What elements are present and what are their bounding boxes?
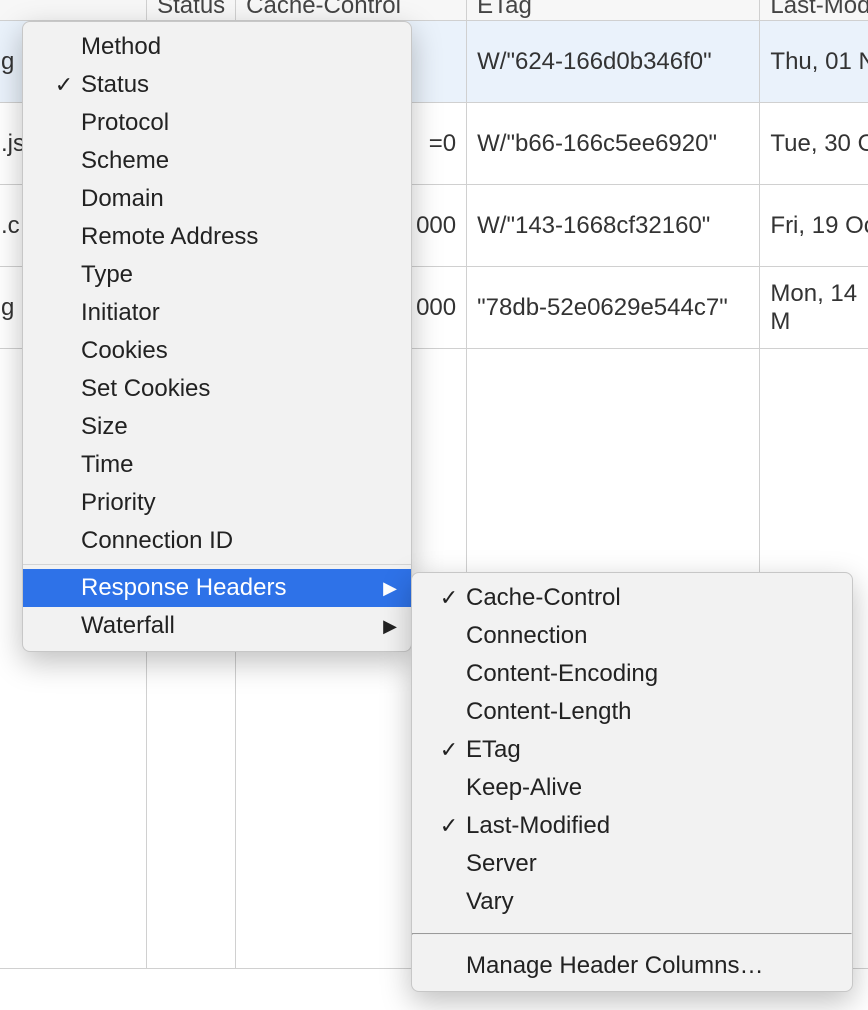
cell-etag: W/"624-166d0b346f0" bbox=[467, 21, 760, 103]
menu-item-protocol[interactable]: Protocol bbox=[23, 104, 411, 142]
menu-item-type[interactable]: Type bbox=[23, 256, 411, 294]
submenu-separator bbox=[412, 933, 852, 935]
menu-item-label: Priority bbox=[81, 489, 156, 517]
check-icon: ✓ bbox=[53, 72, 75, 98]
menu-item-label: Server bbox=[466, 850, 537, 878]
menu-separator bbox=[23, 564, 411, 565]
menu-item-label: Response Headers bbox=[81, 574, 286, 602]
menu-item-keep-alive[interactable]: Keep-Alive bbox=[412, 769, 852, 807]
menu-item-cookies[interactable]: Cookies bbox=[23, 332, 411, 370]
menu-item-label: Last-Modified bbox=[466, 812, 610, 840]
table-header-row: Status Cache-Control ETag Last-Mod bbox=[0, 0, 868, 21]
manage-header-columns-label: Manage Header Columns… bbox=[466, 952, 763, 980]
cell-last: Mon, 14 M bbox=[760, 267, 868, 349]
menu-item-label: Domain bbox=[81, 185, 164, 213]
check-icon: ✓ bbox=[438, 813, 460, 839]
check-icon: ✓ bbox=[438, 737, 460, 763]
menu-item-initiator[interactable]: Initiator bbox=[23, 294, 411, 332]
menu-item-label: ETag bbox=[466, 736, 521, 764]
menu-item-label: Set Cookies bbox=[81, 375, 210, 403]
menu-item-label: Size bbox=[81, 413, 128, 441]
menu-item-priority[interactable]: Priority bbox=[23, 484, 411, 522]
menu-item-label: Protocol bbox=[81, 109, 169, 137]
menu-item-method[interactable]: Method bbox=[23, 28, 411, 66]
col-cache-header[interactable]: Cache-Control bbox=[236, 0, 467, 21]
menu-item-label: Scheme bbox=[81, 147, 169, 175]
manage-header-columns-item[interactable]: Manage Header Columns… bbox=[412, 947, 852, 985]
column-context-menu: Method✓StatusProtocolSchemeDomainRemote … bbox=[22, 21, 412, 652]
menu-item-etag[interactable]: ✓ETag bbox=[412, 731, 852, 769]
menu-item-label: Content-Encoding bbox=[466, 660, 658, 688]
col-status-header[interactable]: Status bbox=[147, 0, 236, 21]
menu-item-connection-id[interactable]: Connection ID bbox=[23, 522, 411, 560]
menu-item-status[interactable]: ✓Status bbox=[23, 66, 411, 104]
check-icon: ✓ bbox=[438, 585, 460, 611]
cell-etag: "78db-52e0629e544c7" bbox=[467, 267, 760, 349]
menu-item-label: Status bbox=[81, 71, 149, 99]
menu-item-cache-control[interactable]: ✓Cache-Control bbox=[412, 579, 852, 617]
response-headers-submenu: ✓Cache-ControlConnectionContent-Encoding… bbox=[411, 572, 853, 992]
cell-etag: W/"143-1668cf32160" bbox=[467, 185, 760, 267]
menu-item-label: Connection ID bbox=[81, 527, 233, 555]
col-name-header[interactable] bbox=[0, 0, 147, 21]
menu-item-label: Method bbox=[81, 33, 161, 61]
submenu-arrow-icon: ▶ bbox=[383, 578, 397, 599]
menu-item-size[interactable]: Size bbox=[23, 408, 411, 446]
menu-item-last-modified[interactable]: ✓Last-Modified bbox=[412, 807, 852, 845]
cell-last: Thu, 01 N bbox=[760, 21, 868, 103]
menu-item-label: Cache-Control bbox=[466, 584, 621, 612]
col-etag-header[interactable]: ETag bbox=[467, 0, 760, 21]
menu-item-label: Type bbox=[81, 261, 133, 289]
menu-item-response-headers[interactable]: Response Headers ▶ bbox=[23, 569, 411, 607]
menu-item-vary[interactable]: Vary bbox=[412, 883, 852, 921]
menu-item-waterfall[interactable]: Waterfall ▶ bbox=[23, 607, 411, 645]
menu-item-label: Connection bbox=[466, 622, 587, 650]
menu-item-content-encoding[interactable]: Content-Encoding bbox=[412, 655, 852, 693]
menu-item-time[interactable]: Time bbox=[23, 446, 411, 484]
menu-item-label: Initiator bbox=[81, 299, 160, 327]
menu-item-label: Vary bbox=[466, 888, 514, 916]
menu-item-label: Time bbox=[81, 451, 133, 479]
cell-etag: W/"b66-166c5ee6920" bbox=[467, 103, 760, 185]
cell-last: Fri, 19 Oc bbox=[760, 185, 868, 267]
menu-item-content-length[interactable]: Content-Length bbox=[412, 693, 852, 731]
menu-item-scheme[interactable]: Scheme bbox=[23, 142, 411, 180]
menu-item-label: Remote Address bbox=[81, 223, 258, 251]
menu-item-remote-address[interactable]: Remote Address bbox=[23, 218, 411, 256]
menu-item-label: Keep-Alive bbox=[466, 774, 582, 802]
menu-item-domain[interactable]: Domain bbox=[23, 180, 411, 218]
menu-item-label: Content-Length bbox=[466, 698, 631, 726]
menu-item-server[interactable]: Server bbox=[412, 845, 852, 883]
menu-item-label: Cookies bbox=[81, 337, 168, 365]
menu-item-set-cookies[interactable]: Set Cookies bbox=[23, 370, 411, 408]
col-last-header[interactable]: Last-Mod bbox=[760, 0, 868, 21]
menu-item-connection[interactable]: Connection bbox=[412, 617, 852, 655]
menu-item-label: Waterfall bbox=[81, 612, 175, 640]
cell-last: Tue, 30 O bbox=[760, 103, 868, 185]
submenu-arrow-icon: ▶ bbox=[383, 616, 397, 637]
